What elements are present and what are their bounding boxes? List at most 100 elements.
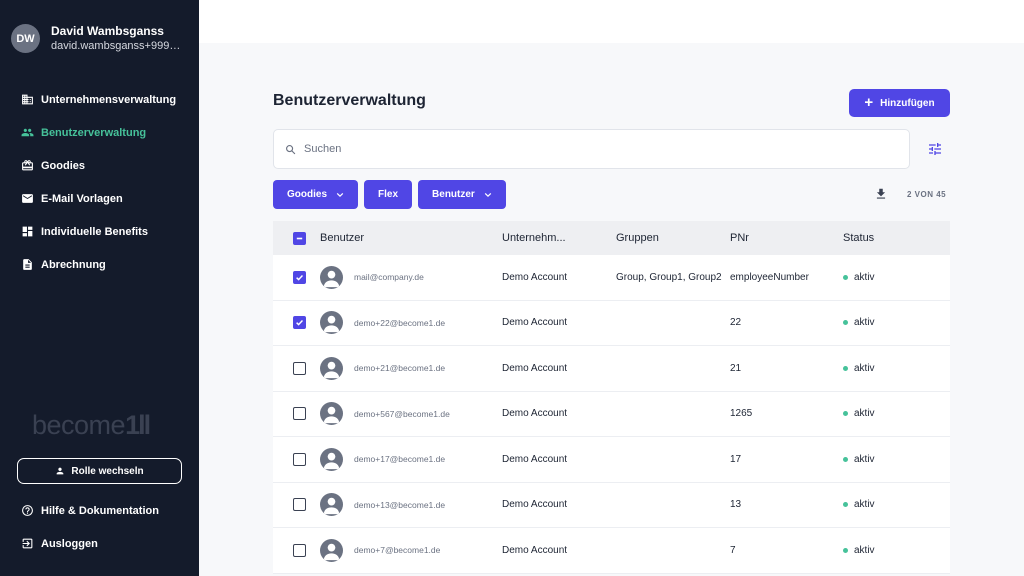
sidebar-item-logout[interactable]: Ausloggen — [0, 527, 199, 560]
become1-logo: become1ll — [32, 410, 151, 440]
dashboard-icon — [21, 225, 34, 238]
sidebar-item-goodies[interactable]: Goodies — [0, 149, 199, 182]
status-badge: aktiv — [854, 544, 875, 556]
sidebar-item-help[interactable]: Hilfe & Dokumentation — [0, 494, 199, 527]
sidebar-item-benutzerverwaltung[interactable]: Benutzerverwaltung — [0, 116, 199, 149]
sidebar-item-unternehmensverwaltung[interactable]: Unternehmensverwaltung — [0, 83, 199, 116]
status-dot — [843, 411, 848, 417]
avatar: DW — [11, 24, 40, 53]
add-button-label: Hinzufügen — [880, 97, 935, 109]
sidebar-item-abrechnung[interactable]: Abrechnung — [0, 248, 199, 281]
switch-role-button[interactable]: Rolle wechseln — [17, 458, 182, 484]
status-badge: aktiv — [854, 453, 875, 465]
company-cell: Demo Account — [502, 544, 568, 556]
user-email: mail@company.de — [354, 272, 424, 283]
sidebar-item-label: Goodies — [41, 159, 86, 172]
sidebar-item-label: E-Mail Vorlagen — [41, 192, 123, 205]
select-all-checkbox[interactable] — [292, 231, 306, 245]
user-avatar-icon — [320, 447, 343, 471]
users-icon — [21, 126, 34, 139]
logout-icon — [21, 537, 34, 550]
person-icon — [57, 467, 64, 475]
sidebar: DW David Wambsganss david.wambsganss+999… — [0, 0, 199, 576]
sidebar-item-label: Ausloggen — [41, 537, 98, 550]
sidebar-item-email-vorlagen[interactable]: E-Mail Vorlagen — [0, 182, 199, 215]
user-avatar-icon — [320, 402, 343, 426]
status-badge: aktiv — [854, 362, 875, 374]
sidebar-item-label: Benutzerverwaltung — [41, 126, 147, 139]
company-cell: Demo Account — [502, 362, 568, 374]
chevron-down-icon — [336, 192, 344, 197]
chevron-down-icon — [484, 192, 492, 197]
check-icon — [295, 274, 303, 281]
table-body: mail@company.de Demo Account Group, Grou… — [273, 255, 950, 574]
search-field[interactable] — [273, 129, 910, 169]
row-checkbox[interactable] — [292, 452, 306, 466]
table-row[interactable]: demo+17@become1.de Demo Account 17 aktiv — [273, 437, 950, 483]
pnr-cell: 17 — [730, 453, 742, 465]
add-user-button[interactable]: + Hinzufügen — [849, 89, 950, 117]
pnr-cell: 22 — [730, 317, 742, 329]
user-email: demo+22@become1.de — [354, 317, 446, 328]
user-avatar-icon — [320, 311, 343, 335]
pnr-cell: employeeNumber — [730, 271, 809, 283]
table-row[interactable]: demo+22@become1.de Demo Account 22 aktiv — [273, 300, 950, 346]
sidebar-item-label: Hilfe & Dokumentation — [41, 504, 159, 517]
company-cell: Demo Account — [502, 271, 568, 283]
column-header-unternehmen[interactable]: Unternehm... — [502, 232, 616, 244]
sidebar-item-label: Individuelle Benefits — [41, 225, 148, 238]
table-row[interactable]: mail@company.de Demo Account Group, Grou… — [273, 255, 950, 301]
row-checkbox[interactable] — [292, 407, 306, 421]
status-badge: aktiv — [854, 499, 875, 511]
filter-settings-icon[interactable] — [927, 141, 943, 157]
filter-label: Benutzer — [432, 189, 475, 200]
status-dot — [843, 456, 848, 462]
filter-goodies[interactable]: Goodies — [273, 180, 359, 209]
user-avatar-icon — [320, 265, 343, 289]
status-badge: aktiv — [854, 317, 875, 329]
profile-name: David Wambsganss — [51, 24, 164, 38]
table-row[interactable]: demo+13@become1.de Demo Account 13 aktiv — [273, 482, 950, 528]
sidebar-item-individuelle-benefits[interactable]: Individuelle Benefits — [0, 215, 199, 248]
search-icon — [286, 144, 296, 154]
filter-benutzer[interactable]: Benutzer — [418, 180, 506, 209]
filter-chips: Goodies Flex Benutzer — [273, 180, 512, 209]
row-checkbox[interactable] — [292, 543, 306, 557]
table-row[interactable]: demo+21@become1.de Demo Account 21 aktiv — [273, 346, 950, 392]
filter-flex[interactable]: Flex — [364, 180, 413, 209]
company-cell: Demo Account — [502, 499, 568, 511]
pnr-cell: 21 — [730, 362, 742, 374]
sidebar-item-label: Unternehmensverwaltung — [41, 93, 177, 106]
user-profile[interactable]: DW David Wambsganss david.wambsganss+999… — [11, 24, 191, 53]
row-checkbox[interactable] — [292, 316, 306, 330]
user-avatar-icon — [320, 493, 343, 517]
status-dot — [843, 320, 848, 326]
company-cell: Demo Account — [502, 317, 568, 329]
column-header-status[interactable]: Status — [843, 232, 950, 244]
table-row[interactable]: demo+567@become1.de Demo Account 1265 ak… — [273, 391, 950, 437]
table-row[interactable]: demo+7@become1.de Demo Account 7 aktiv — [273, 528, 950, 574]
user-email: demo+567@become1.de — [354, 408, 450, 419]
status-dot — [843, 547, 848, 553]
minus-icon — [296, 237, 302, 239]
profile-email: david.wambsganss+999@b... — [51, 40, 191, 52]
download-icon[interactable] — [874, 187, 888, 201]
row-checkbox[interactable] — [292, 270, 306, 284]
gift-icon — [21, 159, 34, 172]
row-checkbox[interactable] — [292, 361, 306, 375]
users-table: Benutzer Unternehm... Gruppen PNr Status… — [273, 221, 950, 574]
check-icon — [295, 320, 303, 326]
status-dot — [843, 365, 848, 371]
groups-cell: Group, Group1, Group2 — [616, 271, 722, 283]
search-input[interactable] — [304, 143, 884, 155]
sidebar-item-label: Abrechnung — [41, 258, 106, 271]
column-header-benutzer[interactable]: Benutzer — [320, 232, 502, 244]
filter-label: Flex — [378, 189, 399, 200]
column-header-gruppen[interactable]: Gruppen — [616, 232, 730, 244]
column-header-pnr[interactable]: PNr — [730, 232, 843, 244]
selection-count: 2 VON 45 — [907, 190, 947, 199]
building-icon — [21, 93, 34, 106]
document-icon — [21, 258, 34, 271]
row-checkbox[interactable] — [292, 498, 306, 512]
table-header: Benutzer Unternehm... Gruppen PNr Status — [273, 221, 950, 255]
